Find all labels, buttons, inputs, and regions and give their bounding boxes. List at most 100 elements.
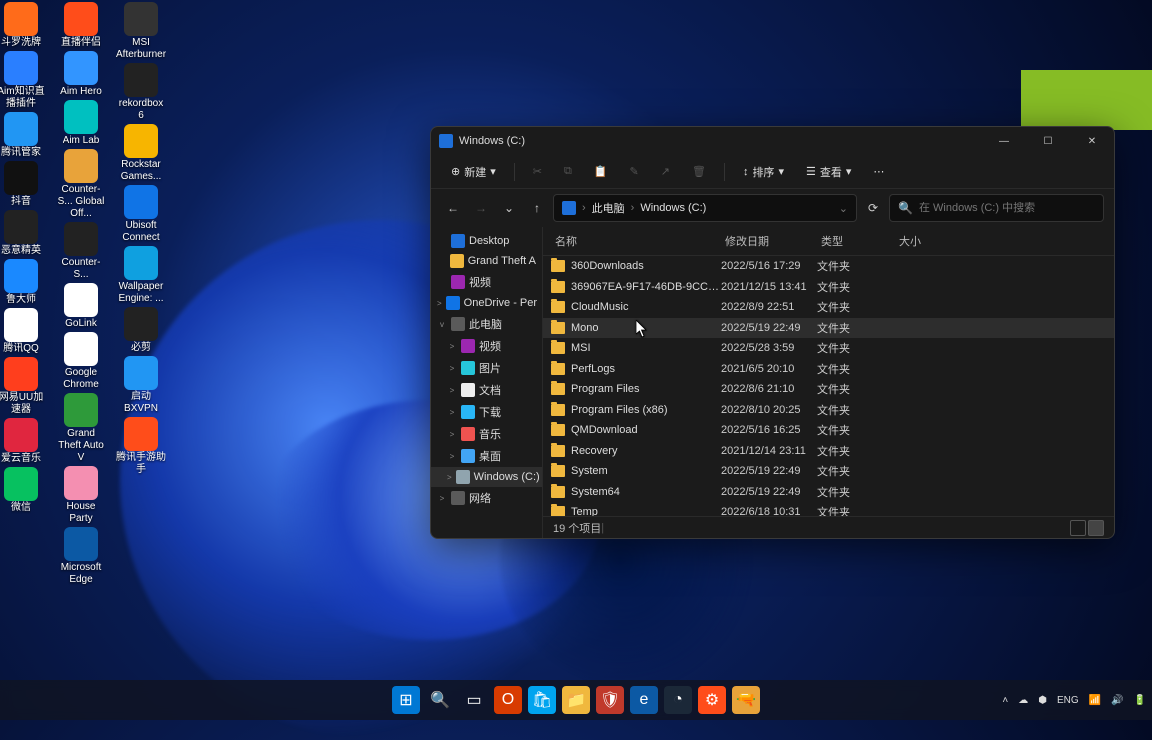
desktop-shortcut[interactable]: 微信 bbox=[0, 467, 46, 514]
up-button[interactable]: ↑ bbox=[525, 196, 549, 220]
taskbar-settings[interactable]: ⚙ bbox=[698, 686, 726, 714]
file-row[interactable]: System2022/5/19 22:49文件夹 bbox=[543, 461, 1114, 482]
desktop-shortcut[interactable]: Rockstar Games... bbox=[116, 124, 166, 183]
address-bar[interactable]: › 此电脑 › Windows (C:) ⌄ bbox=[553, 194, 857, 222]
taskbar-store[interactable]: 🛍 bbox=[528, 686, 556, 714]
titlebar[interactable]: Windows (C:) — ☐ ✕ bbox=[431, 127, 1114, 155]
sidebar-item[interactable]: v此电脑 bbox=[431, 313, 542, 335]
taskbar-security[interactable]: 🛡 bbox=[596, 686, 624, 714]
file-row[interactable]: 369067EA-9F17-46DB-9CC3-DD7493...2021/12… bbox=[543, 277, 1114, 298]
desktop-shortcut[interactable]: 爱云音乐 bbox=[0, 418, 46, 465]
file-row[interactable]: QMDownload2022/5/16 16:25文件夹 bbox=[543, 420, 1114, 441]
breadcrumb-item[interactable]: Windows (C:) bbox=[640, 202, 706, 214]
desktop-shortcut[interactable]: Aim知识直播插件 bbox=[0, 51, 46, 110]
sidebar-item[interactable]: >文档 bbox=[431, 379, 542, 401]
rename-button[interactable]: ✎ bbox=[624, 161, 645, 182]
security-icon[interactable]: ⬢ bbox=[1038, 695, 1047, 706]
share-button[interactable]: ↗ bbox=[655, 161, 676, 182]
wifi-icon[interactable]: 📶 bbox=[1089, 695, 1101, 706]
sidebar-item[interactable]: >桌面 bbox=[431, 445, 542, 467]
more-button[interactable]: ⋯ bbox=[867, 161, 890, 182]
desktop-shortcut[interactable]: 网易UU加速器 bbox=[0, 357, 46, 416]
sidebar-item[interactable]: >音乐 bbox=[431, 423, 542, 445]
column-headers[interactable]: 名称 修改日期 类型 大小 bbox=[543, 227, 1114, 256]
file-row[interactable]: MSI2022/5/28 3:59文件夹 bbox=[543, 338, 1114, 359]
taskbar-office[interactable]: O bbox=[494, 686, 522, 714]
desktop-shortcut[interactable]: Aim Lab bbox=[56, 100, 106, 147]
sidebar-item[interactable]: >OneDrive - Per bbox=[431, 293, 542, 313]
search-box[interactable]: 🔍 bbox=[889, 194, 1104, 222]
file-row[interactable]: Temp2022/6/18 10:31文件夹 bbox=[543, 502, 1114, 516]
col-size[interactable]: 大小 bbox=[895, 231, 941, 251]
back-button[interactable]: ← bbox=[441, 196, 465, 220]
tiles-view-button[interactable] bbox=[1088, 520, 1104, 536]
file-row[interactable]: System642022/5/19 22:49文件夹 bbox=[543, 482, 1114, 503]
desktop-shortcut[interactable]: Wallpaper Engine: ... bbox=[116, 246, 166, 305]
language-indicator[interactable]: ENG bbox=[1057, 695, 1079, 706]
col-date[interactable]: 修改日期 bbox=[721, 231, 817, 251]
delete-button[interactable]: 🗑 bbox=[686, 161, 712, 182]
taskbar-taskview[interactable]: ▭ bbox=[460, 686, 488, 714]
desktop-shortcut[interactable]: 启动BXVPN bbox=[116, 356, 166, 415]
file-row[interactable]: 360Downloads2022/5/16 17:29文件夹 bbox=[543, 256, 1114, 277]
volume-icon[interactable]: 🔊 bbox=[1111, 695, 1123, 706]
desktop-shortcut[interactable]: 直播伴侣 bbox=[56, 2, 106, 49]
battery-icon[interactable]: 🔋 bbox=[1134, 695, 1146, 706]
desktop-shortcut[interactable]: 必剪 bbox=[116, 307, 166, 354]
col-name[interactable]: 名称 bbox=[551, 231, 721, 251]
sort-button[interactable]: ↕ 排序 ▾ bbox=[737, 160, 790, 184]
desktop-shortcut[interactable]: 腾讯手游助手 bbox=[116, 417, 166, 476]
desktop-shortcut[interactable]: 腾讯QQ bbox=[0, 308, 46, 355]
desktop-shortcut[interactable]: 抖音 bbox=[0, 161, 46, 208]
sidebar-item[interactable]: >下载 bbox=[431, 401, 542, 423]
chevron-up-icon[interactable]: ˄ bbox=[1002, 695, 1008, 706]
desktop-shortcut[interactable]: Grand Theft Auto V bbox=[56, 393, 106, 464]
desktop-shortcut[interactable]: Google Chrome bbox=[56, 332, 106, 391]
taskbar-explorer[interactable]: 📁 bbox=[562, 686, 590, 714]
taskbar-steam[interactable]: ◔ bbox=[664, 686, 692, 714]
file-row[interactable]: CloudMusic2022/8/9 22:51文件夹 bbox=[543, 297, 1114, 318]
file-row[interactable]: Mono2022/5/19 22:49文件夹 bbox=[543, 318, 1114, 339]
desktop-shortcut[interactable]: 鲁大师 bbox=[0, 259, 46, 306]
desktop-shortcut[interactable]: Counter-S... Global Off... bbox=[56, 149, 106, 220]
sidebar-item[interactable]: >网络 bbox=[431, 487, 542, 509]
sidebar-item[interactable]: >Windows (C:) bbox=[431, 467, 542, 487]
new-button[interactable]: ⊕ 新建 ▾ bbox=[445, 160, 502, 184]
recent-button[interactable]: ⌄ bbox=[497, 196, 521, 220]
taskbar-start[interactable]: ⊞ bbox=[392, 686, 420, 714]
sidebar-item[interactable]: >图片 bbox=[431, 357, 542, 379]
cut-button[interactable]: ✂ bbox=[527, 161, 548, 182]
desktop-shortcut[interactable]: GoLink bbox=[56, 283, 106, 330]
file-row[interactable]: Program Files (x86)2022/8/10 20:25文件夹 bbox=[543, 400, 1114, 421]
sidebar-item[interactable]: >视频 bbox=[431, 335, 542, 357]
close-button[interactable]: ✕ bbox=[1070, 127, 1114, 155]
chevron-down-icon[interactable]: ⌄ bbox=[839, 202, 848, 215]
copy-button[interactable]: ⧉ bbox=[558, 161, 578, 182]
desktop-shortcut[interactable]: Aim Hero bbox=[56, 51, 106, 98]
minimize-button[interactable]: — bbox=[982, 127, 1026, 155]
onedrive-icon[interactable]: ☁ bbox=[1018, 695, 1028, 706]
paste-button[interactable]: 📋 bbox=[588, 161, 614, 182]
file-row[interactable]: Recovery2021/12/14 23:11文件夹 bbox=[543, 441, 1114, 462]
maximize-button[interactable]: ☐ bbox=[1026, 127, 1070, 155]
col-type[interactable]: 类型 bbox=[817, 231, 895, 251]
desktop-shortcut[interactable]: Ubisoft Connect bbox=[116, 185, 166, 244]
desktop-shortcut[interactable]: House Party bbox=[56, 466, 106, 525]
desktop-shortcut[interactable]: Microsoft Edge bbox=[56, 527, 106, 586]
taskbar-edge[interactable]: e bbox=[630, 686, 658, 714]
forward-button[interactable]: → bbox=[469, 196, 493, 220]
desktop-shortcut[interactable]: 恶意精英 bbox=[0, 210, 46, 257]
breadcrumb-item[interactable]: 此电脑 bbox=[592, 200, 625, 216]
desktop-shortcut[interactable]: Counter-S... bbox=[56, 222, 106, 281]
sidebar-item[interactable]: Desktop bbox=[431, 231, 542, 251]
desktop-shortcut[interactable]: 腾讯管家 bbox=[0, 112, 46, 159]
desktop-shortcut[interactable]: rekordbox 6 bbox=[116, 63, 166, 122]
refresh-button[interactable]: ⟳ bbox=[861, 196, 885, 220]
search-input[interactable] bbox=[919, 202, 1095, 214]
desktop-shortcut[interactable]: 斗罗洗牌 bbox=[0, 2, 46, 49]
view-button[interactable]: ☰ 查看 ▾ bbox=[800, 160, 857, 184]
sidebar-item[interactable]: 视频 bbox=[431, 271, 542, 293]
sidebar-item[interactable]: Grand Theft A bbox=[431, 251, 542, 271]
taskbar-search[interactable]: 🔍 bbox=[426, 686, 454, 714]
file-row[interactable]: Program Files2022/8/6 21:10文件夹 bbox=[543, 379, 1114, 400]
